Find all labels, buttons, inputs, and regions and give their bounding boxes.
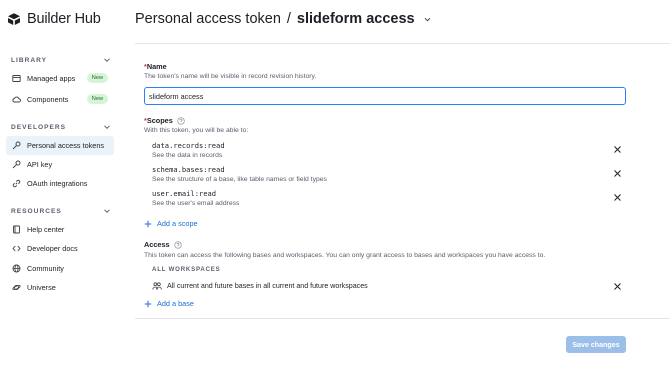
universe-icon bbox=[12, 284, 21, 291]
access-label: Access bbox=[144, 240, 182, 249]
sidebar: Builder Hub LIBRARY Managed apps New Com… bbox=[0, 0, 120, 379]
add-base-label: Add a base bbox=[157, 299, 194, 308]
scopes-label: *Scopes bbox=[144, 116, 185, 125]
chevron-down-icon[interactable] bbox=[423, 15, 432, 24]
link-icon bbox=[12, 179, 21, 188]
scopes-description: With this token, you will be able to: bbox=[144, 127, 249, 134]
plus-icon bbox=[144, 220, 152, 227]
remove-scope-close-icon[interactable] bbox=[613, 169, 622, 178]
sidebar-item-label: Community bbox=[27, 264, 64, 273]
sidebar-item-label: Developer docs bbox=[27, 244, 78, 253]
sidebar-item-label: API key bbox=[27, 160, 53, 169]
page-title: slideform access bbox=[296, 11, 415, 27]
name-description: The token's name will be visible in reco… bbox=[144, 73, 317, 80]
workspace-access-item: All current and future bases in all curr… bbox=[152, 281, 368, 291]
sidebar-item-universe[interactable]: Universe bbox=[6, 278, 114, 297]
key-icon bbox=[12, 141, 21, 150]
name-label: *Name bbox=[144, 62, 167, 71]
breadcrumb-separator: / bbox=[286, 11, 291, 27]
sidebar-item-community[interactable]: Community bbox=[6, 259, 114, 278]
divider bbox=[135, 43, 670, 44]
cloud-icon bbox=[12, 96, 21, 103]
chevron-down-icon bbox=[104, 209, 110, 214]
divider bbox=[135, 318, 670, 319]
sidebar-item-label: Help center bbox=[27, 225, 65, 234]
sidebar-item-developer-docs[interactable]: Developer docs bbox=[6, 239, 114, 258]
access-label-text: Access bbox=[144, 240, 170, 249]
breadcrumb: Personal access token / slideform access bbox=[135, 11, 432, 27]
book-icon bbox=[13, 225, 20, 234]
globe-icon bbox=[12, 264, 21, 273]
help-icon[interactable] bbox=[173, 240, 182, 249]
help-icon[interactable] bbox=[177, 116, 185, 125]
new-badge: New bbox=[86, 94, 108, 104]
name-label-text: Name bbox=[146, 62, 167, 71]
scope-item: schema.bases:read See the structure of a… bbox=[152, 165, 622, 183]
sidebar-item-personal-access-tokens[interactable]: Personal access tokens bbox=[6, 136, 114, 155]
access-description: This token can access the following base… bbox=[144, 252, 546, 259]
add-scope-button[interactable]: Add a scope bbox=[144, 219, 198, 228]
breadcrumb-parent[interactable]: Personal access token bbox=[135, 11, 281, 27]
sidebar-item-help-center[interactable]: Help center bbox=[6, 220, 114, 239]
sidebar-item-label: Universe bbox=[27, 283, 56, 292]
sidebar-item-label: Components bbox=[27, 95, 69, 104]
sidebar-item-oauth-integrations[interactable]: OAuth integrations bbox=[6, 174, 114, 193]
section-developers-header[interactable]: DEVELOPERS bbox=[11, 123, 111, 131]
scope-code: schema.bases:read bbox=[152, 165, 225, 174]
builder-hub-logo-icon bbox=[8, 13, 20, 25]
section-title: RESOURCES bbox=[11, 207, 62, 215]
scope-code: user.email:read bbox=[152, 189, 217, 198]
workspace-group-title: ALL WORKSPACES bbox=[152, 266, 221, 273]
section-library-header[interactable]: LIBRARY bbox=[11, 56, 111, 64]
name-input[interactable] bbox=[144, 87, 626, 105]
sidebar-item-label: OAuth integrations bbox=[27, 179, 88, 188]
code-icon bbox=[12, 245, 21, 252]
remove-scope-close-icon[interactable] bbox=[613, 145, 622, 154]
sidebar-item-label: Personal access tokens bbox=[27, 141, 105, 150]
sidebar-item-api-key[interactable]: API key bbox=[6, 155, 114, 174]
new-badge: New bbox=[86, 73, 108, 83]
add-scope-label: Add a scope bbox=[157, 219, 198, 228]
scope-code: data.records:read bbox=[152, 141, 225, 150]
scope-description: See the structure of a base, like table … bbox=[152, 176, 327, 183]
brand-name: Builder Hub bbox=[27, 11, 101, 27]
key-icon bbox=[12, 160, 21, 169]
brand[interactable]: Builder Hub bbox=[7, 11, 101, 27]
apps-icon bbox=[12, 75, 21, 82]
scope-description: See the user's email address bbox=[152, 200, 240, 207]
remove-scope-close-icon[interactable] bbox=[613, 193, 622, 202]
chevron-down-icon bbox=[104, 125, 110, 130]
sidebar-item-label: Managed apps bbox=[27, 74, 76, 83]
sidebar-item-managed-apps[interactable]: Managed apps New bbox=[6, 69, 114, 88]
scope-item: data.records:read See the data in record… bbox=[152, 141, 622, 159]
scope-description: See the data in records bbox=[152, 152, 223, 159]
section-resources-header[interactable]: RESOURCES bbox=[11, 207, 111, 215]
users-icon bbox=[152, 282, 162, 290]
main-content: Personal access token / slideform access… bbox=[120, 0, 670, 379]
section-title: DEVELOPERS bbox=[11, 123, 67, 131]
scopes-label-text: Scopes bbox=[146, 116, 173, 125]
plus-icon bbox=[144, 300, 152, 307]
add-base-button[interactable]: Add a base bbox=[144, 299, 194, 308]
workspace-access-text: All current and future bases in all curr… bbox=[167, 282, 368, 290]
section-title: LIBRARY bbox=[11, 56, 48, 64]
remove-access-close-icon[interactable] bbox=[613, 282, 622, 291]
save-changes-button[interactable]: Save changes bbox=[566, 336, 626, 353]
chevron-down-icon bbox=[104, 58, 110, 63]
sidebar-item-components[interactable]: Components New bbox=[6, 90, 114, 109]
scope-item: user.email:read See the user's email add… bbox=[152, 189, 622, 207]
